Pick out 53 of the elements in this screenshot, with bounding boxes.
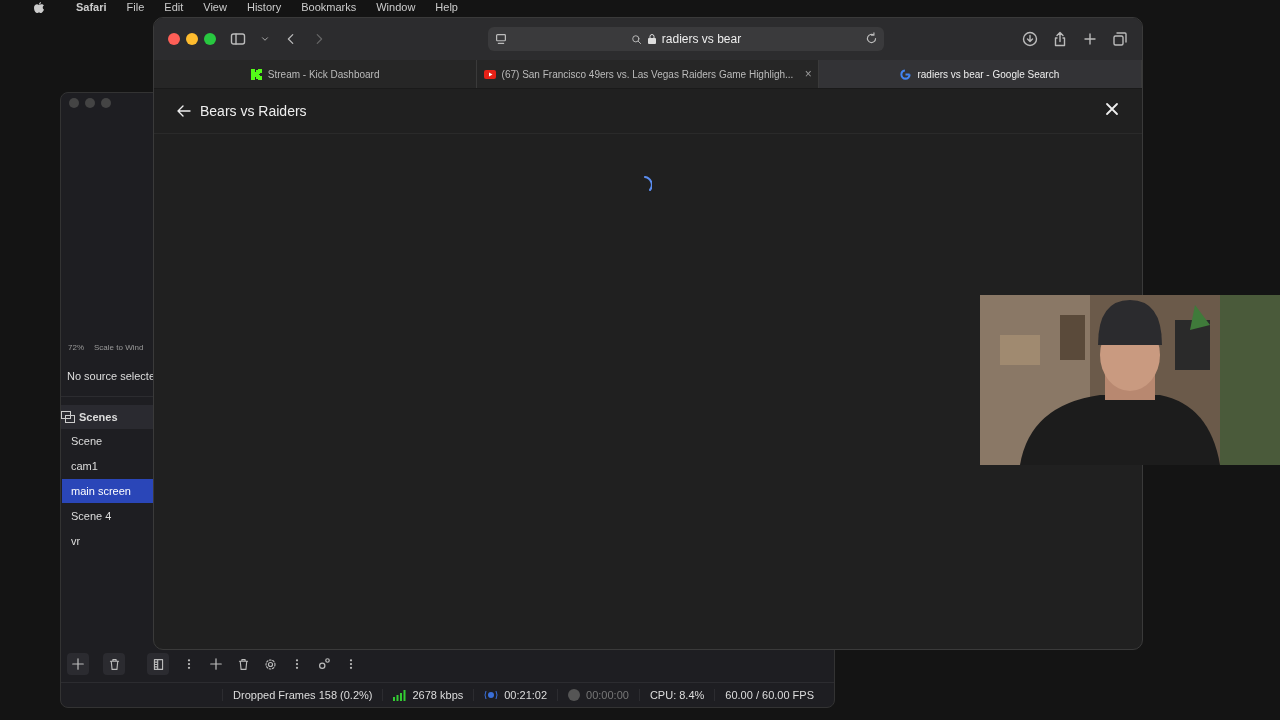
tab-close-icon[interactable]: × [804,67,812,81]
scenes-icon [61,411,75,423]
signal-icon [393,689,407,701]
menu-item[interactable]: History [246,1,282,13]
scene-item[interactable]: Scene 4 [62,504,153,528]
scene-item[interactable]: vr [62,529,153,553]
menu-item[interactable]: Help [435,1,458,13]
search-icon[interactable] [630,33,642,45]
new-tab-icon[interactable] [1082,31,1098,47]
chevron-down-icon[interactable] [260,34,270,44]
close-button[interactable] [168,33,180,45]
menu-item[interactable]: View [203,1,227,13]
page-menu-icon[interactable] [494,32,508,46]
gears-icon[interactable] [317,657,331,671]
dropped-frames: Dropped Frames 158 (0.2%) [233,689,373,701]
scene-item[interactable]: main screen [62,479,153,503]
trash-icon[interactable] [237,657,250,671]
bitrate: 2678 kbps [412,689,464,701]
stream-icon [484,690,499,700]
menu-item[interactable]: Safari [76,1,107,13]
scenes-header: Scenes [61,405,153,429]
gear-icon[interactable] [264,657,277,671]
sidebar-icon[interactable] [230,31,246,47]
k-logo-icon [250,68,262,80]
back-arrow-icon[interactable] [176,103,192,119]
scene-item[interactable]: cam1 [62,454,153,478]
minimize-button[interactable] [186,33,198,45]
scene-item[interactable]: Scene [62,429,153,453]
close-icon[interactable] [1104,101,1120,117]
reload-icon[interactable] [865,32,878,45]
zoom-button[interactable] [204,33,216,45]
address-bar[interactable]: radiers vs bear [488,27,884,51]
scale-mode[interactable]: Scale to Wind [94,343,144,352]
page-title: Bears vs Raiders [200,103,307,119]
apple-icon[interactable] [34,2,44,13]
download-icon[interactable] [1022,31,1038,47]
browser-tab[interactable]: radiers vs bear - Google Search [818,60,1142,88]
g-logo-icon [900,68,912,80]
record-time: 00:00:00 [586,689,629,701]
menu-item[interactable]: Bookmarks [301,1,357,13]
stream-time: 00:21:02 [504,689,548,701]
lock-icon [647,34,656,44]
zoom-level: 72% [68,343,84,352]
menu-item[interactable]: Edit [164,1,184,13]
play-icon [483,69,496,79]
add-icon[interactable] [209,657,223,671]
tabs-overview-icon[interactable] [1112,31,1128,47]
cpu-usage: CPU: 8.4% [649,689,705,701]
menu-item[interactable]: Window [376,1,416,13]
share-icon[interactable] [1052,31,1068,47]
fps-readout: 60.00 / 60.00 FPS [725,689,814,701]
record-icon [568,689,581,701]
menu-item[interactable]: File [126,1,145,13]
